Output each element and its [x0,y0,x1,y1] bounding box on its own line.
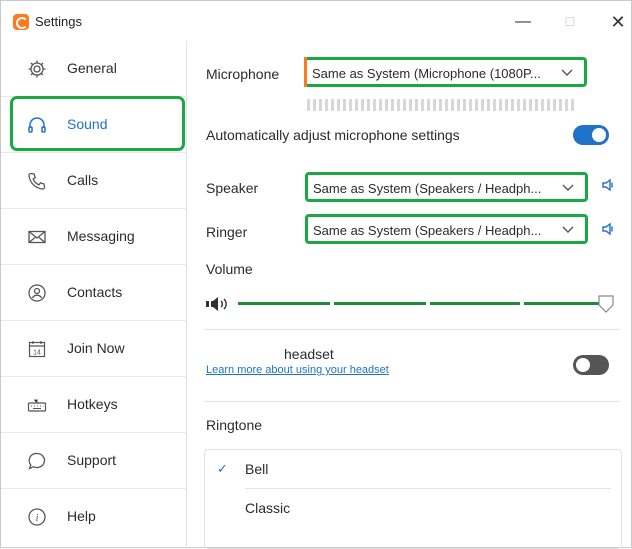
ringtone-label: Ringtone [206,417,263,433]
app-logo-icon [13,14,29,30]
info-icon: i [27,507,47,527]
speaker-select-value: Same as System (Speakers / Headph... [313,181,542,196]
microphone-level-meter [307,99,575,111]
sidebar-item-contacts[interactable]: Contacts [1,265,186,321]
close-button[interactable]: ✕ [603,9,632,35]
settings-sidebar: General Sound Calls Messaging Contacts 1… [1,41,187,549]
ringer-select-value: Same as System (Speakers / Headph... [313,223,542,238]
section-divider [204,329,620,330]
volume-slider-track[interactable] [238,301,610,306]
sound-settings-panel: Microphone Same as System (Microphone (1… [188,41,631,549]
chat-bubble-icon [27,451,47,471]
auto-adjust-label: Automatically adjust microphone settings [206,127,460,143]
slider-tick [520,301,524,306]
ringtone-list: ✓ Bell Classic [204,449,622,549]
microphone-select-value: Same as System (Microphone (1080P... [312,66,541,81]
sidebar-item-label: Calls [67,172,99,188]
microphone-label: Microphone [206,66,280,82]
slider-tick [426,301,430,306]
sidebar-item-support[interactable]: Support [1,433,186,489]
minimize-button[interactable]: — [508,9,538,35]
settings-window: Settings — ☐ ✕ General Sound Calls Messa… [0,0,632,549]
chevron-down-icon [562,184,574,191]
sidebar-item-label: Sound [67,116,108,132]
headset-label: headset [284,346,334,362]
chevron-down-icon [562,226,574,233]
volume-icon [206,297,227,311]
sidebar-item-label: Support [67,452,117,468]
volume-label: Volume [206,261,253,277]
speaker-select[interactable]: Same as System (Speakers / Headph... [305,172,588,202]
maximize-button[interactable]: ☐ [555,9,585,35]
sidebar-item-label: Contacts [67,284,123,300]
ringer-select[interactable]: Same as System (Speakers / Headph... [305,214,588,244]
contacts-icon [27,283,47,303]
auto-adjust-toggle[interactable] [573,125,609,145]
gear-icon [27,59,47,79]
speaker-label: Speaker [206,180,259,196]
headphones-icon [27,115,47,135]
title-bar: Settings — ☐ ✕ [1,1,631,41]
keyboard-icon [27,395,47,415]
microphone-select[interactable]: Same as System (Microphone (1080P... [304,57,587,87]
volume-slider-thumb[interactable] [598,295,614,313]
ringtone-option-bell[interactable]: ✓ Bell [205,450,621,489]
calendar-day-number: 14 [33,350,41,357]
sidebar-item-join-now[interactable]: 14 Join Now [1,321,186,377]
envelope-icon [27,227,47,247]
sidebar-item-label: Hotkeys [67,396,118,412]
toggle-knob [592,128,606,142]
toggle-knob [576,358,590,372]
calendar-icon: 14 [27,339,47,359]
ringer-label: Ringer [206,224,248,240]
section-divider [204,401,620,402]
slider-tick [330,301,334,306]
ringer-test-icon[interactable] [601,221,617,237]
sidebar-item-help[interactable]: i Help [1,489,186,545]
headset-toggle[interactable] [573,355,609,375]
microphone-accent-bar [304,57,307,87]
svg-text:i: i [36,513,39,524]
sidebar-item-label: Join Now [67,340,125,356]
speaker-test-icon[interactable] [601,177,617,193]
headset-learn-more-link[interactable]: Learn more about using your headset [206,364,389,376]
ringtone-option-label: Classic [245,500,291,516]
phone-icon [27,171,47,191]
sidebar-item-calls[interactable]: Calls [1,153,186,209]
sidebar-item-label: Messaging [67,228,135,244]
sidebar-item-label: Help [67,508,96,524]
ringtone-option-label: Bell [245,461,269,477]
chevron-down-icon [561,69,573,76]
sidebar-item-label: General [67,60,117,76]
sidebar-item-sound[interactable]: Sound [1,97,186,153]
ringtone-option-classic[interactable]: Classic [205,489,621,527]
checkmark-icon: ✓ [217,461,228,476]
sidebar-item-general[interactable]: General [1,41,186,97]
window-title: Settings [35,14,82,29]
sidebar-item-hotkeys[interactable]: Hotkeys [1,377,186,433]
sidebar-item-messaging[interactable]: Messaging [1,209,186,265]
